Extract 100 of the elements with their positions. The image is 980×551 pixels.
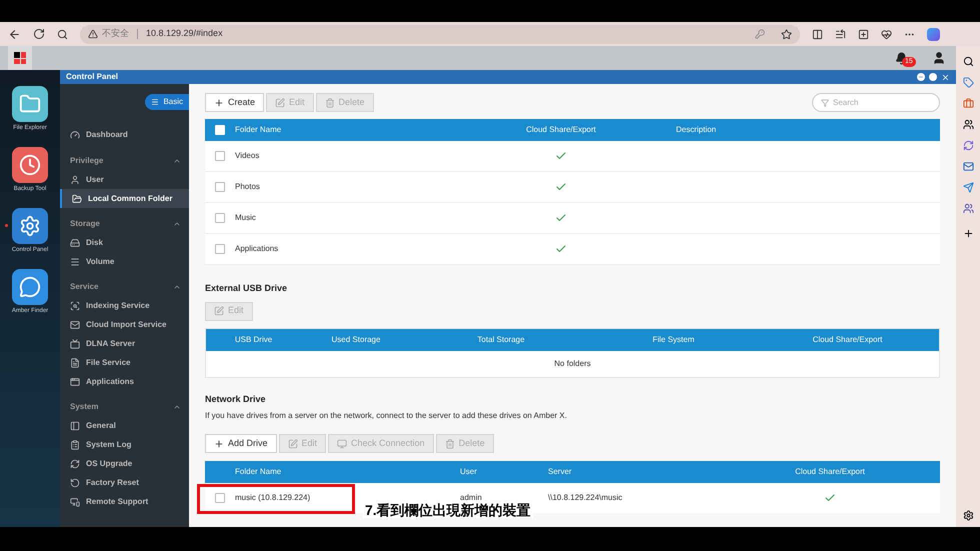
cycle-icon[interactable] <box>962 140 974 151</box>
table-cell: Photos <box>235 181 260 193</box>
tag-icon[interactable] <box>962 77 974 88</box>
nav-item[interactable]: Volume <box>60 252 189 271</box>
minus-icon <box>918 74 924 80</box>
minimize-button[interactable] <box>917 73 925 81</box>
caption-text: 7.看到欄位出現新增的裝置 <box>363 502 533 518</box>
edit-icon <box>288 438 298 448</box>
section-title: Network Drive <box>205 392 266 406</box>
panel-icon <box>70 420 80 430</box>
trash-icon <box>324 98 335 108</box>
reset-icon <box>70 478 80 488</box>
nav-item[interactable]: Applications <box>60 372 189 391</box>
people-icon[interactable] <box>962 119 974 130</box>
app-icon[interactable] <box>12 147 48 183</box>
nav-item[interactable]: System Log <box>60 435 189 454</box>
section-title: External USB Drive <box>205 282 288 295</box>
toolbar-button[interactable]: Create <box>205 93 264 112</box>
screen-icon <box>70 338 80 348</box>
clipboard-icon <box>70 440 80 450</box>
nav-item[interactable]: Disk <box>60 233 189 252</box>
basic-mode-button[interactable]: Basic <box>145 94 189 110</box>
briefcase-icon[interactable] <box>962 98 974 109</box>
column-header: Cloud Share/Export <box>526 124 596 136</box>
column-header: File System <box>652 334 694 346</box>
empty-message: No folders <box>554 358 591 370</box>
send-icon[interactable] <box>962 182 974 193</box>
table-cell-text: admin <box>460 492 482 502</box>
menu-icon <box>151 98 160 106</box>
folder-icon <box>19 93 41 115</box>
table-cell: Videos <box>235 150 260 162</box>
plus-icon[interactable] <box>962 228 974 239</box>
nav-item[interactable]: General <box>60 416 189 435</box>
nav-group-header[interactable]: Storage <box>60 214 189 233</box>
close-icon[interactable] <box>941 72 950 82</box>
nav-item[interactable]: Cloud Import Service <box>60 315 189 334</box>
devices-icon <box>70 496 80 506</box>
envelope-icon <box>70 320 80 330</box>
edit-icon <box>275 98 286 108</box>
nav-item[interactable]: Local Common Folder <box>60 189 189 208</box>
nav-item[interactable]: Indexing Service <box>60 296 189 315</box>
clock-icon <box>19 154 41 176</box>
column-header: USB Drive <box>234 334 272 346</box>
star-icon[interactable] <box>781 28 792 40</box>
search-icon[interactable] <box>962 56 974 67</box>
column-header: Server <box>548 466 572 478</box>
monitor-icon <box>337 438 348 448</box>
nav-item[interactable]: User <box>60 170 189 189</box>
user-icon[interactable] <box>932 51 946 65</box>
nav-item[interactable]: Remote Support <box>60 492 189 511</box>
chat-icon <box>18 276 41 298</box>
maximize-button[interactable] <box>929 73 937 81</box>
back-icon[interactable] <box>8 28 21 40</box>
app-icon[interactable] <box>12 86 48 122</box>
mail-icon[interactable] <box>962 161 974 172</box>
person-icon <box>70 174 80 184</box>
toolbar-button[interactable]: Add Drive <box>205 434 277 453</box>
checkbox[interactable] <box>215 493 225 503</box>
nav-item[interactable]: DLNA Server <box>60 334 189 353</box>
scan-icon <box>70 300 80 310</box>
app-icon[interactable] <box>12 269 48 305</box>
settings-icon[interactable] <box>962 510 974 521</box>
list-icon <box>70 256 80 266</box>
warning-icon <box>88 29 98 39</box>
folder-icon <box>72 194 82 204</box>
app-icon[interactable] <box>12 208 48 244</box>
nav-group-header[interactable]: System <box>60 397 189 416</box>
reload-icon[interactable] <box>33 28 45 40</box>
column-header: Description <box>676 124 716 136</box>
column-header: Folder Name <box>235 124 282 136</box>
collections-icon[interactable] <box>858 28 869 40</box>
address-bar[interactable]: 不安全 10.8.129.29/#index <box>80 24 800 44</box>
nav-group-header[interactable]: Service <box>60 277 189 296</box>
team-icon[interactable] <box>962 203 974 214</box>
nav-group-header[interactable]: Privilege <box>60 151 189 170</box>
nav-item[interactable]: Factory Reset <box>60 473 189 492</box>
checkbox[interactable] <box>215 151 225 161</box>
checkbox[interactable] <box>215 213 225 223</box>
trash-icon <box>444 438 455 448</box>
nav-item[interactable]: OS Upgrade <box>60 454 189 473</box>
nav-item[interactable]: File Service <box>60 353 189 372</box>
app-menu-icon[interactable] <box>8 46 32 70</box>
favorites-icon[interactable] <box>835 28 846 40</box>
document-icon <box>70 358 80 368</box>
split-icon[interactable] <box>812 28 823 40</box>
column-header: Cloud Share/Export <box>812 334 882 346</box>
checkbox[interactable] <box>215 182 225 192</box>
select-all-checkbox[interactable] <box>215 125 225 135</box>
nav-item[interactable]: Dashboard <box>60 125 189 144</box>
table-cell: Applications <box>235 243 278 255</box>
column-header: Total Storage <box>477 334 525 346</box>
search-icon[interactable] <box>57 28 68 40</box>
table-cell: \\10.8.129.224\music <box>548 492 622 504</box>
heart-icon[interactable] <box>881 28 892 40</box>
refresh-icon <box>70 458 80 468</box>
drive-icon <box>70 238 80 248</box>
gear-icon <box>18 215 41 237</box>
checkbox[interactable] <box>215 244 225 254</box>
window-icon <box>70 376 80 386</box>
column-header: Folder Name <box>235 466 282 478</box>
